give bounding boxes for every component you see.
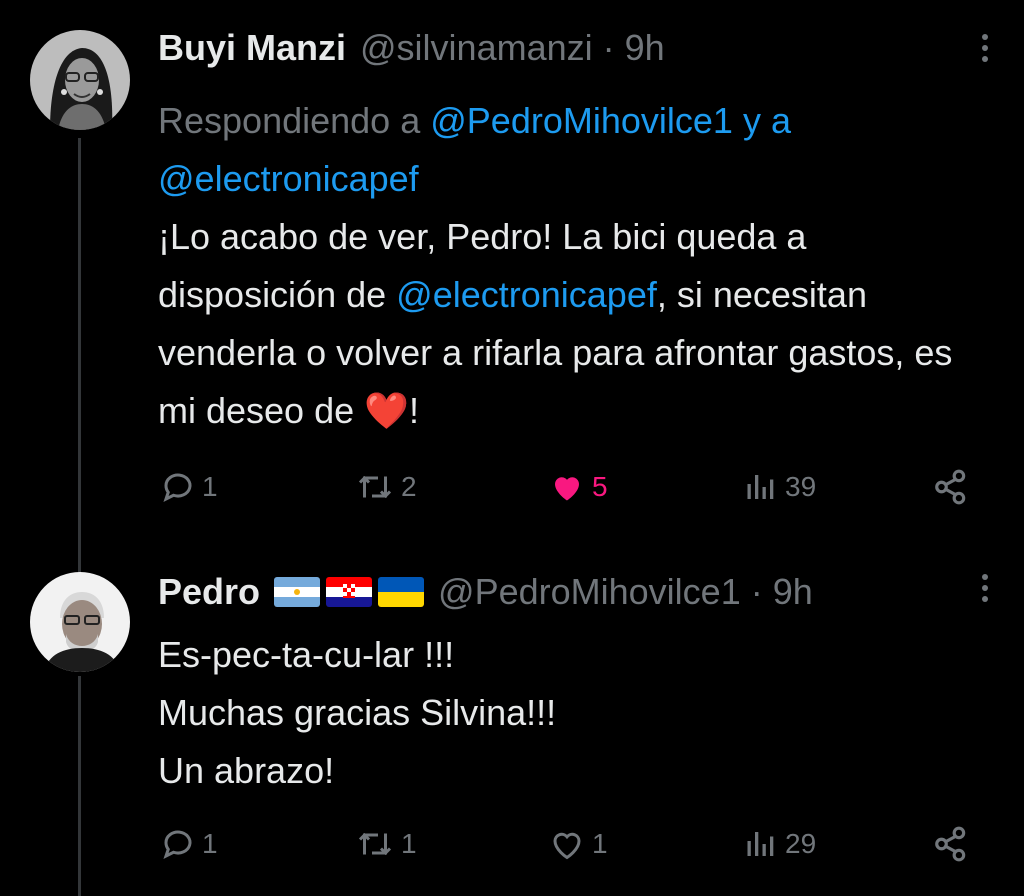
retweet-button[interactable]: 2 [355, 465, 417, 509]
share-icon [932, 825, 970, 863]
retweet-icon [355, 826, 395, 862]
views-icon [743, 469, 779, 505]
avatar[interactable] [30, 572, 130, 672]
thread-line [78, 676, 81, 896]
user-handle[interactable]: @PedroMihovilce1 [438, 571, 741, 613]
share-button[interactable] [932, 465, 970, 509]
more-icon[interactable] [970, 28, 1000, 68]
tweet-text-line: Es-pec-ta-cu-lar !!! [158, 634, 455, 675]
argentina-flag-icon [274, 577, 321, 607]
display-name[interactable]: Pedro [158, 571, 260, 613]
share-icon [932, 468, 970, 506]
replying-prefix: Respondiendo a [158, 100, 421, 141]
retweet-icon [355, 469, 395, 505]
views-count: 29 [785, 828, 817, 859]
mention-link[interactable]: @electronicapef [158, 158, 419, 199]
reply-icon [160, 826, 196, 862]
like-button[interactable]: 5 [548, 465, 608, 509]
like-count: 5 [592, 471, 608, 502]
timestamp[interactable]: 9h [773, 571, 813, 613]
views-icon [743, 826, 779, 862]
like-button[interactable]: 1 [548, 822, 608, 866]
tweet-text-line: Muchas gracias Silvina!!! [158, 692, 557, 733]
avatar[interactable] [30, 30, 130, 130]
action-bar: 1 2 5 39 [160, 465, 980, 509]
mention-link[interactable]: @PedroMihovilce1 [430, 100, 733, 141]
tweet-text-line: Un abrazo! [158, 750, 335, 791]
retweet-button[interactable]: 1 [355, 822, 417, 866]
heart-emoji: ❤️ [364, 390, 409, 431]
display-name[interactable]: Buyi Manzi [158, 27, 346, 69]
separator-dot: · [750, 571, 763, 612]
reply-button[interactable]: 1 [160, 465, 218, 509]
tweet-header: Pedro @PedroMihovilce1 · 9h [158, 571, 813, 613]
reply-count: 1 [202, 828, 218, 859]
ukraine-flag-icon [378, 577, 425, 607]
views-button[interactable]: 29 [743, 822, 816, 866]
tweet-header: Buyi Manzi @silvinamanzi · 9h [158, 27, 665, 69]
reply-count: 1 [202, 471, 218, 502]
replying-and[interactable]: y a [743, 100, 791, 141]
tweet-text-part: ! [408, 390, 419, 431]
thread-line [78, 138, 81, 578]
user-handle[interactable]: @silvinamanzi [360, 27, 593, 69]
share-button[interactable] [932, 822, 970, 866]
like-icon [548, 826, 586, 862]
separator-dot: · [602, 27, 615, 68]
reply-icon [160, 469, 196, 505]
reply-button[interactable]: 1 [160, 822, 218, 866]
tweet-text: Es-pec-ta-cu-lar !!! Muchas gracias Silv… [158, 626, 988, 800]
tweet-text: ¡Lo acabo de ver, Pedro! La bici queda a… [158, 208, 988, 440]
timestamp[interactable]: 9h [625, 27, 665, 69]
like-icon [548, 469, 586, 505]
retweet-count: 1 [401, 828, 417, 859]
like-count: 1 [592, 828, 608, 859]
views-count: 39 [785, 471, 817, 502]
mention-link[interactable]: @electronicapef [396, 274, 657, 315]
more-icon[interactable] [970, 568, 1000, 608]
retweet-count: 2 [401, 471, 417, 502]
replying-to: Respondiendo a @PedroMihovilce1 y a @ele… [158, 92, 978, 208]
action-bar: 1 1 1 29 [160, 822, 980, 866]
croatia-flag-icon [326, 577, 373, 607]
views-button[interactable]: 39 [743, 465, 816, 509]
